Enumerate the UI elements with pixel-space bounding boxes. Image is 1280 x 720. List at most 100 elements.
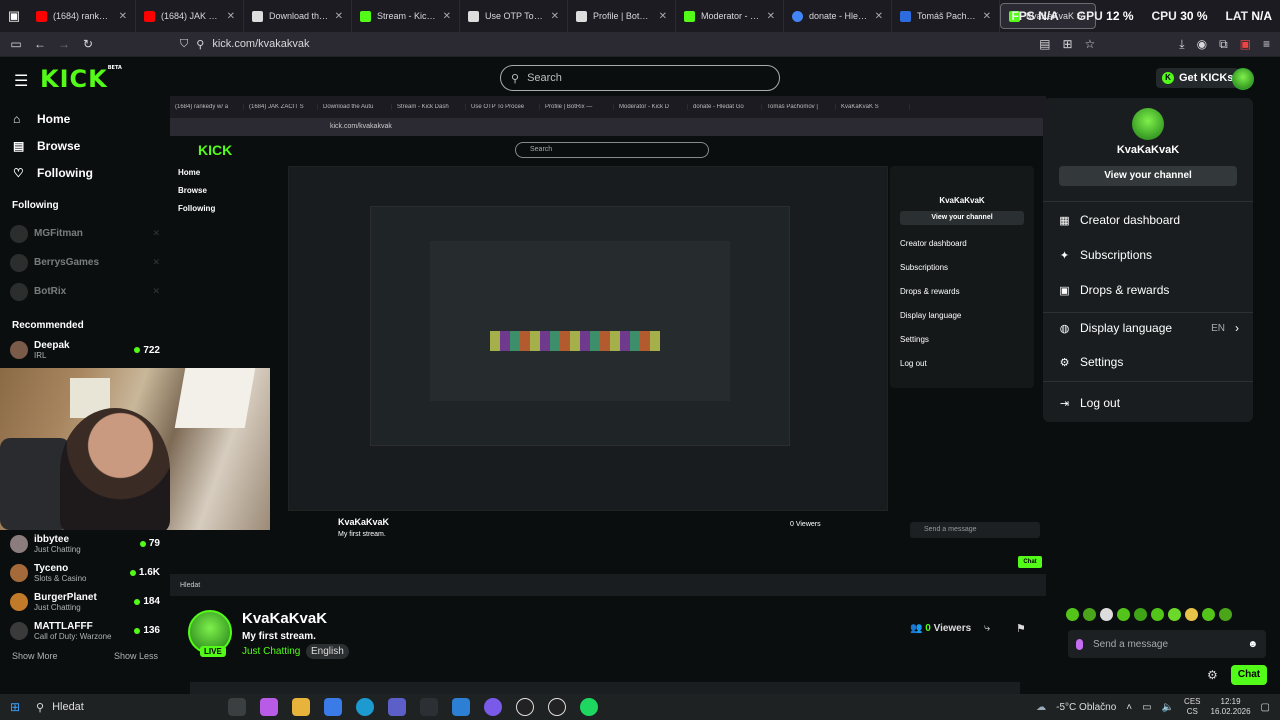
close-icon[interactable]: ✕ xyxy=(767,11,775,22)
show-more-link[interactable]: Show More xyxy=(12,651,58,661)
hamburger-menu-icon[interactable]: ☰ xyxy=(14,71,28,91)
browser-tab[interactable]: Stream - Kick Dash✕ xyxy=(352,0,460,32)
notification-icon[interactable]: ▢ xyxy=(1261,702,1270,713)
store-icon[interactable] xyxy=(324,698,342,716)
share-icon[interactable]: ⤷ xyxy=(984,622,990,635)
close-icon[interactable]: ✕ xyxy=(983,11,991,22)
emote-icon[interactable] xyxy=(1151,608,1164,621)
close-icon[interactable]: ✕ xyxy=(551,11,559,22)
emote-icon[interactable] xyxy=(1185,608,1198,621)
following-item[interactable]: BotRix ✕ xyxy=(0,277,170,306)
copilot-icon[interactable] xyxy=(260,698,278,716)
sidebar-item-following[interactable]: ♡ Following xyxy=(0,159,170,186)
moderator-icon[interactable]: ⚑ xyxy=(1016,622,1026,635)
menu-item-creator-dashboard[interactable]: ▦ Creator dashboard xyxy=(1059,209,1239,231)
emote-icon[interactable] xyxy=(1168,608,1181,621)
url-bar[interactable]: ⛉ ⚲ kick.com/kvakakvak xyxy=(180,32,310,56)
stream-category[interactable]: Just Chatting xyxy=(242,646,300,657)
close-icon[interactable]: ✕ xyxy=(875,11,883,22)
close-icon[interactable]: ✕ xyxy=(335,11,343,22)
account-icon[interactable]: ◉ xyxy=(1197,37,1207,51)
language-indicator[interactable]: CES CS xyxy=(1184,697,1200,717)
app-icon[interactable] xyxy=(388,698,406,716)
close-icon[interactable]: ✕ xyxy=(659,11,667,22)
emote-icon[interactable] xyxy=(1100,608,1113,621)
url-text[interactable]: kick.com/kvakakvak xyxy=(212,38,309,50)
menu-item-log-out[interactable]: ⇥ Log out xyxy=(1059,392,1239,414)
menu-item-drops-rewards[interactable]: ▣ Drops & rewards xyxy=(1059,279,1239,301)
weather-icon[interactable]: ☁ xyxy=(1036,702,1046,713)
sidebar-item-home[interactable]: ⌂ Home xyxy=(0,105,170,132)
windows-start-icon[interactable]: ⊞ xyxy=(0,700,30,714)
chat-settings-icon[interactable]: ⚙ xyxy=(1207,668,1218,682)
get-kicks-button[interactable]: K Get KICKs xyxy=(1156,68,1240,88)
weather-text[interactable]: -5°C Oblačno xyxy=(1056,702,1116,713)
emote-icon[interactable] xyxy=(1066,608,1079,621)
sidebar-toggle-icon[interactable]: ▭ xyxy=(4,37,28,51)
microphone-icon[interactable] xyxy=(1076,638,1083,650)
browser-tab[interactable]: Profile | BotRix —✕ xyxy=(568,0,676,32)
app-icon[interactable] xyxy=(420,698,438,716)
chat-input[interactable]: Send a message ☻ xyxy=(1068,630,1266,658)
sidebar-item-browse[interactable]: ▤ Browse xyxy=(0,132,170,159)
browser-tab[interactable]: (1684) JAK ZAČÍT S✕ xyxy=(136,0,244,32)
tab-list-icon[interactable]: ▣ xyxy=(0,0,28,32)
clock[interactable]: 12:19 16.02.2026 xyxy=(1211,697,1251,717)
emote-icon[interactable] xyxy=(1134,608,1147,621)
edge-icon[interactable] xyxy=(356,698,374,716)
emote-icon[interactable] xyxy=(1117,608,1130,621)
reload-icon[interactable]: ↻ xyxy=(76,37,100,51)
menu-item-display-language[interactable]: ◍ Display language EN › xyxy=(1059,317,1239,339)
task-view-icon[interactable] xyxy=(228,698,246,716)
extension-badge-icon[interactable]: ▣ xyxy=(1240,37,1251,51)
browser-tab[interactable]: Download the Autu✕ xyxy=(244,0,352,32)
browser-tab[interactable]: Tomáš Pachomov |✕ xyxy=(892,0,1000,32)
language-tag[interactable]: English xyxy=(306,644,349,659)
firefox-icon[interactable] xyxy=(484,698,502,716)
volume-icon[interactable]: 🔈 xyxy=(1162,702,1174,713)
taskbar-search[interactable]: ⚲ Hledat xyxy=(30,696,220,718)
recommended-item[interactable]: MATTLAFFF Call of Duty: Warzone 136 xyxy=(0,616,170,645)
close-icon[interactable]: ✕ xyxy=(119,11,127,22)
network-icon[interactable]: ▭ xyxy=(1142,702,1151,713)
file-explorer-icon[interactable] xyxy=(292,698,310,716)
search-input[interactable]: ⚲ Search xyxy=(500,65,780,91)
following-item[interactable]: BerrysGames ✕ xyxy=(0,248,170,277)
recommended-item[interactable]: BurgerPlanet Just Chatting 184 xyxy=(0,587,170,616)
recommended-item[interactable]: Deepak IRL 722 xyxy=(0,339,170,361)
show-less-link[interactable]: Show Less xyxy=(114,651,158,661)
back-icon[interactable]: ← xyxy=(28,37,52,51)
browser-tab[interactable]: (1684) rankedy w/ a✕ xyxy=(28,0,136,32)
menu-item-subscriptions[interactable]: ✦ Subscriptions xyxy=(1059,244,1239,266)
emoji-icon[interactable]: ☻ xyxy=(1247,639,1258,650)
chat-send-button[interactable]: Chat xyxy=(1231,665,1267,685)
channel-name[interactable]: KvaKaKvaK xyxy=(242,610,327,627)
bookmark-star-icon[interactable]: ☆ xyxy=(1085,37,1096,51)
close-icon[interactable]: ✕ xyxy=(443,11,451,22)
user-avatar[interactable] xyxy=(1232,68,1254,90)
view-channel-button[interactable]: View your channel xyxy=(1059,166,1237,186)
menu-item-settings[interactable]: ⚙ Settings xyxy=(1059,351,1239,373)
emote-icon[interactable] xyxy=(1202,608,1215,621)
forward-icon[interactable]: → xyxy=(52,37,76,51)
spotify-icon[interactable] xyxy=(580,698,598,716)
following-item[interactable]: MGFitman ✕ xyxy=(0,219,170,248)
recommended-item[interactable]: Tyceno Slots & Casino 1.6K xyxy=(0,558,170,587)
app-icon[interactable] xyxy=(548,698,566,716)
browser-tab[interactable]: Use OTP To Procee✕ xyxy=(460,0,568,32)
browser-tab[interactable]: Moderator - Kick D✕ xyxy=(676,0,784,32)
emote-icon[interactable] xyxy=(1219,608,1232,621)
recommended-item[interactable]: ibbytee Just Chatting 79 xyxy=(0,529,170,558)
close-icon[interactable]: ✕ xyxy=(227,11,235,22)
obs-icon[interactable] xyxy=(516,698,534,716)
reader-icon[interactable]: ▤ xyxy=(1039,37,1050,51)
download-icon[interactable]: ⤓ xyxy=(1179,37,1184,52)
emote-icon[interactable] xyxy=(1083,608,1096,621)
chevron-up-icon[interactable]: ˄ xyxy=(1126,702,1132,713)
translate-icon[interactable]: ⊞ xyxy=(1062,37,1072,51)
browser-tab[interactable]: donate - Hledat Go✕ xyxy=(784,0,892,32)
kick-logo[interactable]: KICKBETA xyxy=(40,65,122,93)
extensions-icon[interactable]: ⧉ xyxy=(1219,37,1228,52)
app-icon[interactable] xyxy=(452,698,470,716)
menu-icon[interactable]: ≡ xyxy=(1263,37,1270,51)
